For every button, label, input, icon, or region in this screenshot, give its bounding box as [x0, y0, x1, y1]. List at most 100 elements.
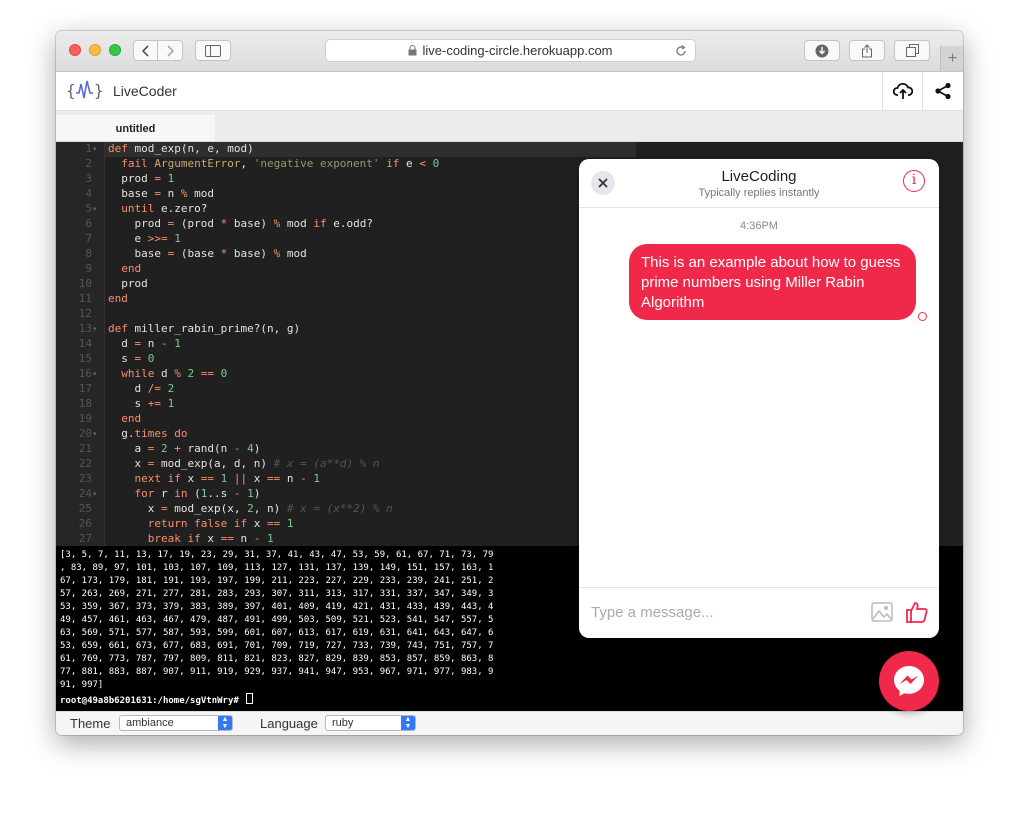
browser-toolbar: live-coding-circle.herokuapp.com + [56, 31, 963, 72]
theme-select-value: ambiance [126, 717, 174, 729]
chat-compose-bar: Type a message... [579, 587, 939, 638]
fold-arrow-icon[interactable]: ▾ [93, 325, 97, 333]
terminal-line: 67, 173, 179, 181, 191, 193, 197, 199, 2… [60, 576, 494, 586]
lock-icon [408, 45, 417, 56]
line-number: 24 [78, 487, 92, 500]
line-number: 9 [85, 262, 92, 275]
code-line: s += 1 [108, 397, 175, 410]
fold-arrow-icon[interactable]: ▾ [93, 370, 97, 378]
terminal-line: 53, 659, 661, 673, 677, 683, 691, 701, 7… [60, 641, 494, 651]
line-number: 4 [85, 187, 92, 200]
code-line: a = 2 + rand(n - 4) [108, 442, 261, 455]
zoom-window-button[interactable] [109, 44, 121, 56]
line-number: 18 [78, 397, 92, 410]
language-label: Language [260, 716, 318, 731]
line-number: 1 [85, 142, 92, 155]
chat-widget: LiveCoding Typically replies instantly i… [579, 159, 939, 638]
line-number: 19 [78, 412, 92, 425]
messenger-icon [894, 666, 924, 696]
line-number: 6 [85, 217, 92, 230]
tabs-overview-button[interactable] [894, 40, 930, 61]
thumbs-up-icon[interactable] [905, 600, 929, 624]
close-window-button[interactable] [69, 44, 81, 56]
messenger-launcher-button[interactable] [879, 651, 939, 711]
terminal-line: 53, 359, 367, 373, 379, 383, 389, 397, 4… [60, 602, 494, 612]
line-number: 11 [78, 292, 92, 305]
tab-untitled[interactable]: untitled [56, 115, 215, 141]
image-icon[interactable] [871, 602, 893, 622]
chat-title: LiveCoding [721, 168, 797, 185]
share-nodes-icon [935, 82, 951, 100]
line-number: 22 [78, 457, 92, 470]
code-line: for r in (1..s - 1) [134, 487, 261, 500]
chat-message-input[interactable]: Type a message... [591, 604, 831, 621]
share-button[interactable] [849, 40, 885, 61]
code-line: end [108, 292, 128, 305]
new-tab-button[interactable]: + [940, 46, 963, 71]
cloud-upload-icon [893, 82, 913, 99]
line-number: 3 [85, 172, 92, 185]
code-line: until e.zero? [121, 202, 208, 215]
address-bar[interactable]: live-coding-circle.herokuapp.com [325, 39, 696, 62]
chat-divider [579, 207, 939, 208]
chevron-left-icon [141, 44, 149, 57]
share-code-button[interactable] [922, 72, 963, 110]
terminal-line: [3, 5, 7, 11, 13, 17, 19, 23, 29, 31, 37… [60, 550, 494, 560]
code-line: g.times do [108, 427, 188, 440]
app-header: { } LiveCoder [56, 72, 963, 111]
code-line: d /= 2 [108, 382, 175, 395]
code-line: end [121, 412, 142, 425]
svg-text:}: } [94, 81, 104, 100]
fold-arrow-icon[interactable]: ▾ [93, 145, 97, 153]
theme-select[interactable]: ambiance ▲ ▼ [119, 715, 233, 731]
line-number: 21 [78, 442, 92, 455]
fold-arrow-icon[interactable]: ▾ [93, 490, 97, 498]
code-line: next if x == 1 || x == n - 1 [134, 472, 321, 485]
select-arrows-icon: ▲ ▼ [218, 716, 232, 730]
terminal-line: 57, 263, 269, 271, 277, 281, 283, 293, 3… [60, 589, 494, 599]
sidebar-toggle-button[interactable] [195, 40, 231, 61]
terminal-line: 63, 569, 571, 577, 587, 593, 599, 601, 6… [60, 628, 494, 638]
url-text: live-coding-circle.herokuapp.com [422, 43, 613, 58]
code-line: prod [108, 277, 148, 290]
message-status-icon [918, 312, 927, 321]
theme-label: Theme [70, 716, 111, 731]
line-number-gutter: 1 ▾ 2 3 4 5 ▾ 6 7 8 9 10 11 12 13 ▾ 14 15 1… [56, 142, 105, 546]
line-number: 26 [78, 517, 92, 530]
forward-button[interactable] [158, 40, 183, 61]
code-line: prod = 1 [108, 172, 175, 185]
code-line: x = mod_exp(x, 2, n) # x = (x**2) % n [108, 502, 393, 515]
back-button[interactable] [133, 40, 158, 61]
fold-arrow-icon[interactable]: ▾ [93, 205, 97, 213]
line-number: 8 [85, 247, 92, 260]
terminal-prompt-line[interactable]: root@49a8b6201631:/home/sgVtnWry# [60, 693, 254, 706]
fold-arrow-icon[interactable]: ▾ [93, 430, 97, 438]
info-icon[interactable]: i [903, 170, 925, 192]
code-line: e >>= 1 [108, 232, 181, 245]
line-number: 5 [85, 202, 92, 215]
line-number: 25 [78, 502, 92, 515]
code-line: def mod_exp(n, e, mod) [108, 142, 254, 155]
language-select-value: ruby [332, 717, 354, 729]
terminal-line: 77, 881, 883, 887, 907, 911, 919, 929, 9… [60, 667, 494, 677]
line-number: 7 [85, 232, 92, 245]
line-number: 14 [78, 337, 92, 350]
minimize-window-button[interactable] [89, 44, 101, 56]
reload-icon[interactable] [675, 45, 687, 57]
share-icon [862, 43, 872, 57]
terminal-line: 61, 769, 773, 787, 797, 809, 811, 821, 8… [60, 654, 494, 664]
chat-subtitle: Typically replies instantly [698, 187, 820, 199]
line-number: 20 [78, 427, 92, 440]
code-line: end [121, 262, 142, 275]
upload-button[interactable] [882, 72, 923, 110]
terminal-cursor [246, 693, 254, 704]
code-line: break if x == n - 1 [147, 532, 274, 545]
svg-text:{: { [66, 81, 76, 100]
downloads-button[interactable] [804, 40, 840, 61]
line-number: 15 [78, 352, 92, 365]
language-select[interactable]: ruby ▲ ▼ [325, 715, 416, 731]
code-line: d = n - 1 [108, 337, 181, 350]
code-line: return false if x == 1 [147, 517, 294, 530]
line-number: 13 [78, 322, 92, 335]
select-arrows-icon: ▲ ▼ [401, 716, 415, 730]
